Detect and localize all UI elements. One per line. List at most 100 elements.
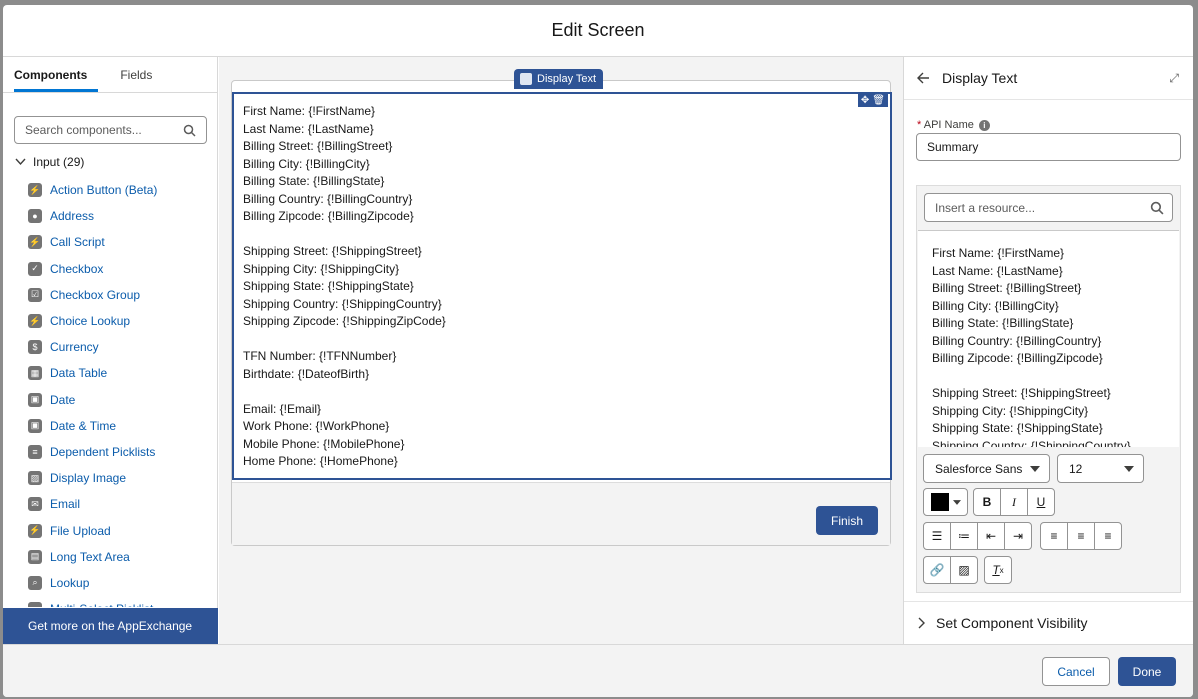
component-type-label: Display Text bbox=[514, 69, 604, 89]
resource-placeholder: Insert a resource... bbox=[935, 200, 1036, 215]
color-swatch-icon bbox=[930, 493, 949, 511]
component-item-label: Action Button (Beta) bbox=[50, 183, 158, 198]
component-item-label: Call Script bbox=[50, 235, 105, 250]
component-item[interactable]: ● Address bbox=[28, 203, 218, 229]
visibility-label: Set Component Visibility bbox=[936, 615, 1088, 631]
component-item-label: Currency bbox=[50, 340, 99, 355]
info-icon[interactable]: i bbox=[978, 119, 990, 131]
rich-text-editor: Insert a resource... First Name: {!First… bbox=[916, 185, 1181, 593]
component-item-label: Dependent Picklists bbox=[50, 444, 156, 459]
components-list: ⚡ Action Button (Beta) ● Address ⚡ Call Scrip… bbox=[28, 177, 218, 607]
move-icon[interactable]: ✥ bbox=[861, 95, 869, 106]
component-item[interactable]: ⚡ Action Button (Beta) bbox=[28, 177, 218, 203]
component-item[interactable]: ⌕ Lookup bbox=[28, 570, 218, 596]
back-arrow-icon[interactable] bbox=[917, 72, 930, 84]
search-placeholder: Search components... bbox=[25, 123, 142, 137]
api-name-input[interactable]: Summary bbox=[916, 133, 1181, 161]
display-text-icon bbox=[520, 73, 532, 85]
appexchange-link[interactable]: Get more on the AppExchange bbox=[3, 608, 218, 644]
chevron-right-icon bbox=[918, 617, 925, 629]
component-item[interactable]: ▨ Display Image bbox=[28, 465, 218, 491]
component-item[interactable]: ≡ Dependent Picklists bbox=[28, 439, 218, 465]
search-icon bbox=[1150, 201, 1164, 214]
caret-down-icon bbox=[1124, 465, 1134, 472]
component-item-label: Long Text Area bbox=[50, 549, 130, 564]
component-item-label: Email bbox=[50, 497, 81, 512]
tab-components[interactable]: Components bbox=[14, 68, 99, 92]
clear-format-icon[interactable]: Tx bbox=[984, 556, 1012, 584]
component-item-label: Choice Lookup bbox=[50, 314, 131, 329]
cancel-button[interactable]: Cancel bbox=[1042, 657, 1110, 686]
component-item[interactable]: ▤ Long Text Area bbox=[28, 544, 218, 570]
bolt-icon: ⚡ bbox=[28, 235, 42, 250]
edit-screen-modal: Edit Screen Components Fields Search com… bbox=[3, 5, 1193, 697]
location-icon: ● bbox=[28, 209, 42, 224]
text-color-button[interactable] bbox=[923, 488, 968, 516]
component-item[interactable]: $ Currency bbox=[28, 334, 218, 360]
component-item[interactable]: ⚡ Choice Lookup bbox=[28, 308, 218, 334]
numbered-list-button[interactable]: ≔ bbox=[950, 522, 978, 550]
bold-button[interactable]: B bbox=[973, 488, 1001, 516]
delete-icon[interactable]: 🗑 bbox=[872, 95, 885, 106]
expand-icon[interactable]: ⤢ bbox=[1169, 71, 1179, 86]
component-item[interactable]: ☑ Checkbox Group bbox=[28, 282, 218, 308]
properties-title: Display Text bbox=[942, 70, 1018, 86]
italic-button[interactable]: I bbox=[1000, 488, 1028, 516]
align-right-button[interactable]: ≡ bbox=[1094, 522, 1122, 550]
image-icon[interactable]: ▨ bbox=[950, 556, 978, 584]
link-icon[interactable]: 🔗 bbox=[923, 556, 951, 584]
search-components-input[interactable]: Search components... bbox=[14, 116, 207, 144]
component-type-text: Display Text bbox=[537, 73, 597, 85]
calendar-time-icon: ▣ bbox=[28, 418, 42, 433]
done-button[interactable]: Done bbox=[1118, 657, 1176, 686]
screen-preview: First Name: {!FirstName} Last Name: {!La… bbox=[231, 80, 892, 546]
checkbox-icon: ✓ bbox=[28, 261, 42, 276]
font-family-select[interactable]: Salesforce Sans bbox=[923, 454, 1050, 483]
properties-panel: Display Text ⤢ * API Name i Summary Inse… bbox=[903, 57, 1193, 644]
components-panel: Components Fields Search components... I… bbox=[3, 57, 218, 644]
indent-button[interactable]: ⇥ bbox=[1004, 522, 1032, 550]
caret-down-icon bbox=[952, 499, 961, 505]
finish-button[interactable]: Finish bbox=[816, 506, 878, 535]
align-center-button[interactable]: ≡ bbox=[1067, 522, 1095, 550]
component-visibility-toggle[interactable]: Set Component Visibility bbox=[904, 601, 1193, 644]
properties-header: Display Text ⤢ bbox=[904, 57, 1193, 100]
font-size-select[interactable]: 12 bbox=[1057, 454, 1144, 483]
display-text-component[interactable]: First Name: {!FirstName} Last Name: {!La… bbox=[232, 92, 892, 480]
list-icon: ≡ bbox=[28, 444, 42, 459]
align-left-button[interactable]: ≡ bbox=[1040, 522, 1068, 550]
email-icon: ✉ bbox=[28, 497, 42, 512]
component-item-label: Display Image bbox=[50, 471, 127, 486]
component-item[interactable]: ⚡ File Upload bbox=[28, 517, 218, 543]
component-item-label: Checkbox bbox=[50, 261, 104, 276]
caret-down-icon bbox=[1030, 465, 1040, 472]
modal-title: Edit Screen bbox=[3, 5, 1193, 57]
font-family-value: Salesforce Sans bbox=[935, 461, 1023, 476]
component-item[interactable]: ✉ Email bbox=[28, 491, 218, 517]
component-item[interactable]: ▣ Date bbox=[28, 387, 218, 413]
lookup-icon: ⌕ bbox=[28, 575, 42, 590]
text-area-icon: ▤ bbox=[28, 549, 42, 564]
component-item[interactable]: ≡ Multi-Select Picklist bbox=[28, 596, 218, 607]
editor-content[interactable]: First Name: {!FirstName} Last Name: {!La… bbox=[918, 230, 1179, 447]
component-tools: ✥ 🗑 bbox=[857, 93, 888, 107]
font-size-value: 12 bbox=[1069, 461, 1083, 476]
component-item[interactable]: ✓ Checkbox bbox=[28, 256, 218, 282]
component-item-label: Date & Time bbox=[50, 418, 117, 433]
bulleted-list-button[interactable]: ☰ bbox=[923, 522, 951, 550]
underline-button[interactable]: U bbox=[1027, 488, 1055, 516]
bolt-icon: ⚡ bbox=[28, 523, 42, 538]
search-icon bbox=[183, 124, 196, 137]
modal-footer: Cancel Done bbox=[3, 644, 1193, 697]
component-item-label: Address bbox=[50, 209, 95, 224]
tab-fields[interactable]: Fields bbox=[120, 68, 152, 92]
insert-resource-input[interactable]: Insert a resource... bbox=[924, 193, 1173, 222]
component-item[interactable]: ▣ Date & Time bbox=[28, 413, 218, 439]
component-item[interactable]: ⚡ Call Script bbox=[28, 229, 218, 255]
component-item-label: Data Table bbox=[50, 366, 108, 381]
screen-canvas: First Name: {!FirstName} Last Name: {!La… bbox=[219, 57, 903, 644]
bolt-icon: ⚡ bbox=[28, 314, 42, 329]
outdent-button[interactable]: ⇤ bbox=[977, 522, 1005, 550]
input-group-toggle[interactable]: Input (29) bbox=[15, 155, 84, 169]
component-item[interactable]: ▦ Data Table bbox=[28, 360, 218, 386]
